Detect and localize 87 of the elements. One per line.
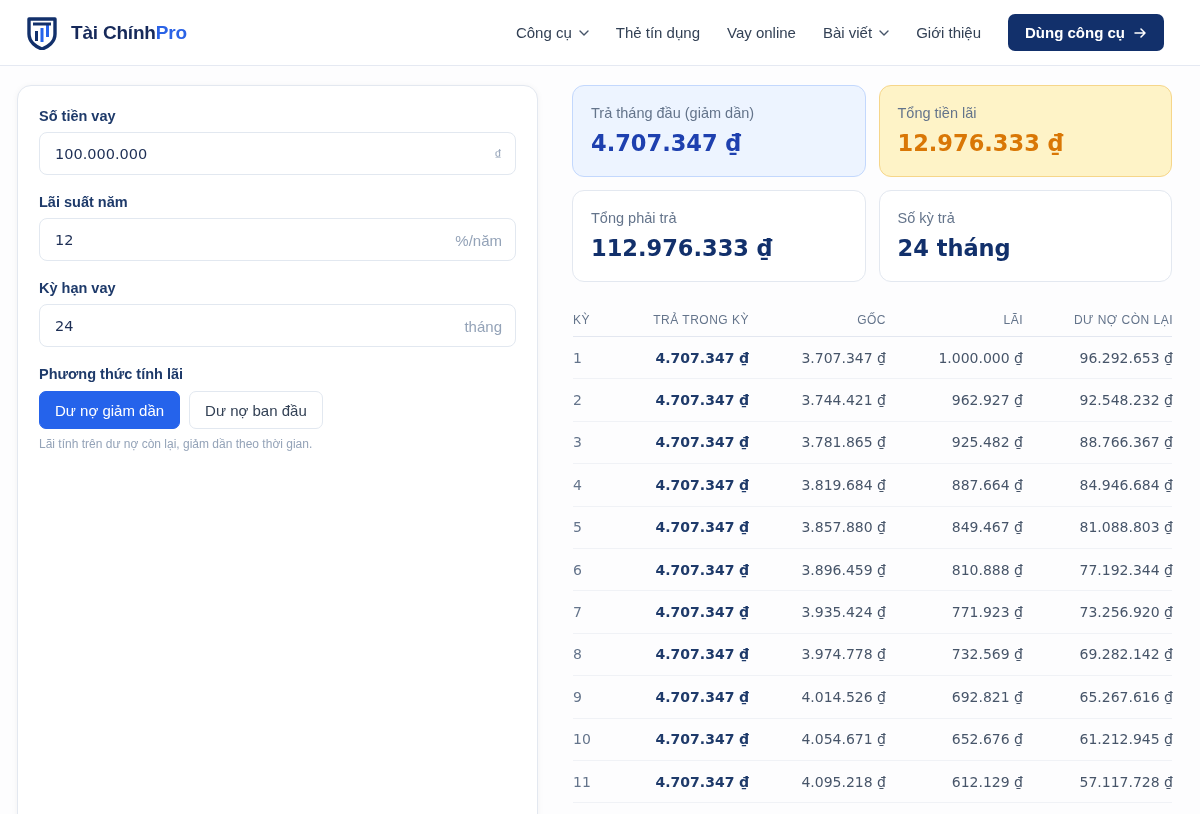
table-cell: 3.935.424 ₫ — [801, 604, 886, 621]
table-cell: 3 — [573, 434, 582, 451]
table-cell: 4.707.347 ₫ — [655, 392, 749, 409]
table-cell: 77.192.344 ₫ — [1079, 561, 1173, 578]
summary-value: 112.976.333 ₫ — [591, 234, 773, 263]
table-cell: 3.819.684 ₫ — [801, 476, 886, 493]
summary-label: Số kỳ trả — [897, 209, 955, 228]
nav-link[interactable]: Thẻ tín dụng — [615, 24, 700, 41]
table-cell: 65.267.616 ₫ — [1079, 688, 1173, 705]
table-cell: 4.707.347 ₫ — [655, 519, 749, 536]
table-cell: 3.857.880 ₫ — [801, 519, 886, 536]
table-cell: 4.707.347 ₫ — [655, 604, 749, 621]
table-cell: 57.117.728 ₫ — [1079, 773, 1173, 790]
table-cell: 10 — [573, 731, 591, 748]
summary-value: 24 tháng — [897, 234, 1011, 263]
table-cell: 4.707.347 ₫ — [655, 434, 749, 451]
table-cell: 1 — [573, 349, 582, 366]
nav-link[interactable]: Công cụ — [515, 24, 589, 41]
table-cell: 4.707.347 ₫ — [655, 476, 749, 493]
column-header: DƯ NỢ CÒN LẠI — [1073, 312, 1173, 327]
arrow-right-icon — [1134, 27, 1146, 38]
table-cell: 7 — [573, 604, 582, 621]
summary-label: Trả tháng đầu (giảm dần) — [591, 104, 755, 123]
use-tool-button[interactable]: Dùng công cụ — [1008, 14, 1164, 51]
summary-value: 4.707.347 ₫ — [591, 129, 742, 158]
field-label: Lãi suất năm — [39, 193, 128, 212]
brand-name[interactable]: Tài ChínhPro — [71, 21, 187, 44]
table-cell: 652.676 ₫ — [951, 731, 1023, 748]
unit-label: %/năm — [455, 231, 502, 248]
table-cell: 962.927 ₫ — [951, 392, 1023, 409]
table-cell: 925.482 ₫ — [951, 434, 1023, 451]
nav-link[interactable]: Vay online — [727, 24, 796, 41]
table-cell: 4.707.347 ₫ — [655, 731, 749, 748]
table-cell: 612.129 ₫ — [951, 773, 1023, 790]
unit-label: ₫ — [494, 145, 502, 162]
column-header: LÃI — [1003, 312, 1023, 327]
table-cell: 3.781.865 ₫ — [801, 434, 886, 451]
table-cell: 96.292.653 ₫ — [1079, 349, 1173, 366]
table-cell: 1.000.000 ₫ — [938, 349, 1023, 366]
method-option[interactable]: Dư nợ ban đầu — [189, 391, 323, 429]
table-cell: 3.744.421 ₫ — [801, 392, 886, 409]
table-cell: 3.974.778 ₫ — [801, 646, 886, 663]
table-cell: 4.054.671 ₫ — [801, 731, 886, 748]
nav-link[interactable]: Giới thiệu — [916, 24, 981, 41]
table-cell: 61.212.945 ₫ — [1079, 731, 1173, 748]
table-cell: 4.095.218 ₫ — [801, 773, 886, 790]
nav-link[interactable]: Bài viết — [822, 24, 890, 41]
unit-label: tháng — [464, 317, 502, 334]
column-header: TRẢ TRONG KỲ — [653, 312, 749, 327]
table-cell: 732.569 ₫ — [951, 646, 1023, 663]
table-cell: 4.707.347 ₫ — [655, 688, 749, 705]
method-option[interactable]: Dư nợ giảm dần — [39, 391, 181, 429]
summary-label: Tổng tiền lãi — [897, 104, 977, 123]
shield-chart-logo-icon — [27, 15, 57, 50]
table-cell: 84.946.684 ₫ — [1079, 476, 1173, 493]
summary-label: Tổng phải trả — [591, 209, 677, 228]
table-cell: 849.467 ₫ — [951, 519, 1023, 536]
table-cell: 887.664 ₫ — [951, 476, 1023, 493]
table-cell: 81.088.803 ₫ — [1079, 519, 1173, 536]
table-cell: 8 — [573, 646, 582, 663]
table-cell: 4.707.347 ₫ — [655, 349, 749, 366]
table-cell: 11 — [573, 773, 591, 790]
table-cell: 4.707.347 ₫ — [655, 773, 749, 790]
table-cell: 810.888 ₫ — [951, 561, 1023, 578]
table-cell: 6 — [573, 561, 582, 578]
table-cell: 771.923 ₫ — [951, 604, 1023, 621]
table-cell: 3.707.347 ₫ — [801, 349, 886, 366]
column-header: KỲ — [573, 312, 590, 327]
table-cell: 9 — [573, 688, 582, 705]
table-cell: 4.707.347 ₫ — [655, 561, 749, 578]
table-cell: 73.256.920 ₫ — [1079, 604, 1173, 621]
table-cell: 4.707.347 ₫ — [655, 646, 749, 663]
summary-value: 12.976.333 ₫ — [897, 129, 1064, 158]
table-cell: 2 — [573, 392, 582, 409]
column-header: GỐC — [857, 312, 886, 327]
table-cell: 92.548.232 ₫ — [1079, 392, 1173, 409]
field-label: Kỳ hạn vay — [39, 279, 116, 298]
table-cell: 4 — [573, 476, 582, 493]
field-label: Số tiền vay — [39, 107, 116, 126]
method-hint: Lãi tính trên dư nợ còn lại, giảm dần theo thời gian. — [39, 436, 313, 452]
table-cell: 69.282.142 ₫ — [1079, 646, 1173, 663]
field-label: Phương thức tính lãi — [39, 365, 184, 384]
table-cell: 3.896.459 ₫ — [801, 561, 886, 578]
table-cell: 88.766.367 ₫ — [1079, 434, 1173, 451]
table-cell: 5 — [573, 519, 582, 536]
table-cell: 692.821 ₫ — [951, 688, 1023, 705]
table-cell: 4.014.526 ₫ — [801, 688, 886, 705]
